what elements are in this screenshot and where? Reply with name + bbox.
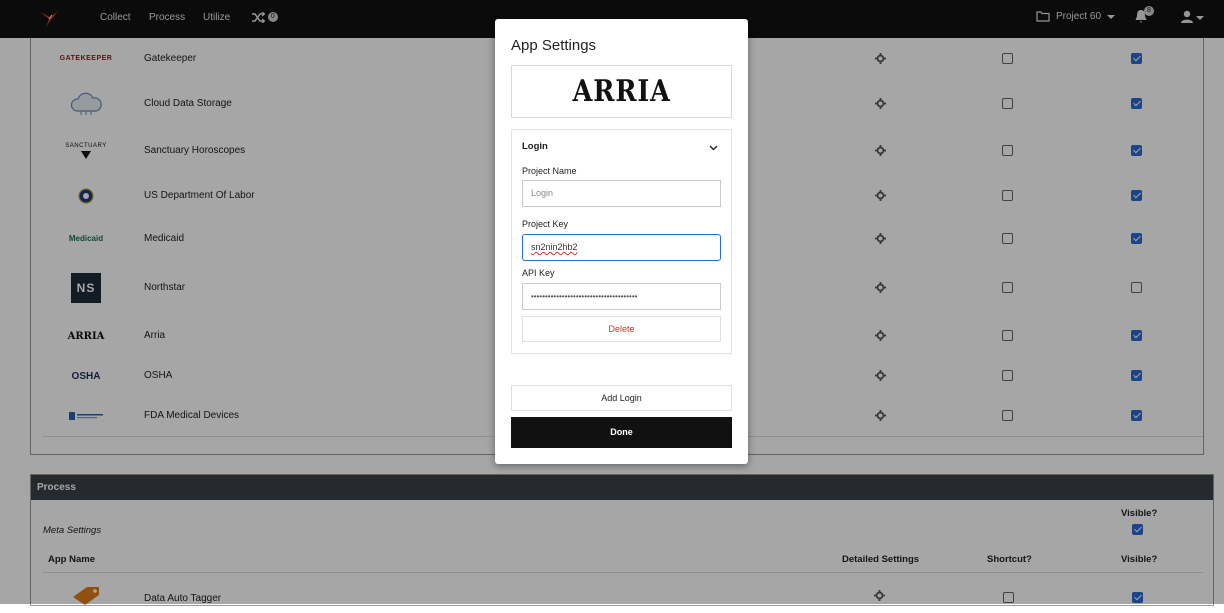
arria-logo-text: ARRIA: [572, 74, 671, 109]
login-section-label[interactable]: Login: [522, 141, 548, 152]
project-key-input[interactable]: sn2nin2hb2: [522, 234, 721, 261]
project-name-input[interactable]: Login: [522, 180, 721, 207]
api-key-label: API Key: [522, 268, 555, 278]
delete-button[interactable]: Delete: [522, 316, 721, 342]
app-settings-modal: App Settings ARRIA Login Project Name Lo…: [495, 19, 748, 464]
modal-title: App Settings: [511, 37, 597, 54]
api-key-input[interactable]: ••••••••••••••••••••••••••••••••••••••: [522, 283, 721, 310]
app-logo: ARRIA: [511, 65, 732, 118]
project-key-label: Project Key: [522, 219, 569, 229]
login-panel: Login Project Name Login Project Key sn2…: [511, 129, 732, 354]
chevron-down-icon[interactable]: [709, 145, 718, 151]
project-key-value: sn2nin2hb2: [531, 242, 578, 252]
done-button[interactable]: Done: [511, 417, 732, 448]
project-name-label: Project Name: [522, 166, 577, 176]
add-login-button[interactable]: Add Login: [511, 385, 732, 411]
